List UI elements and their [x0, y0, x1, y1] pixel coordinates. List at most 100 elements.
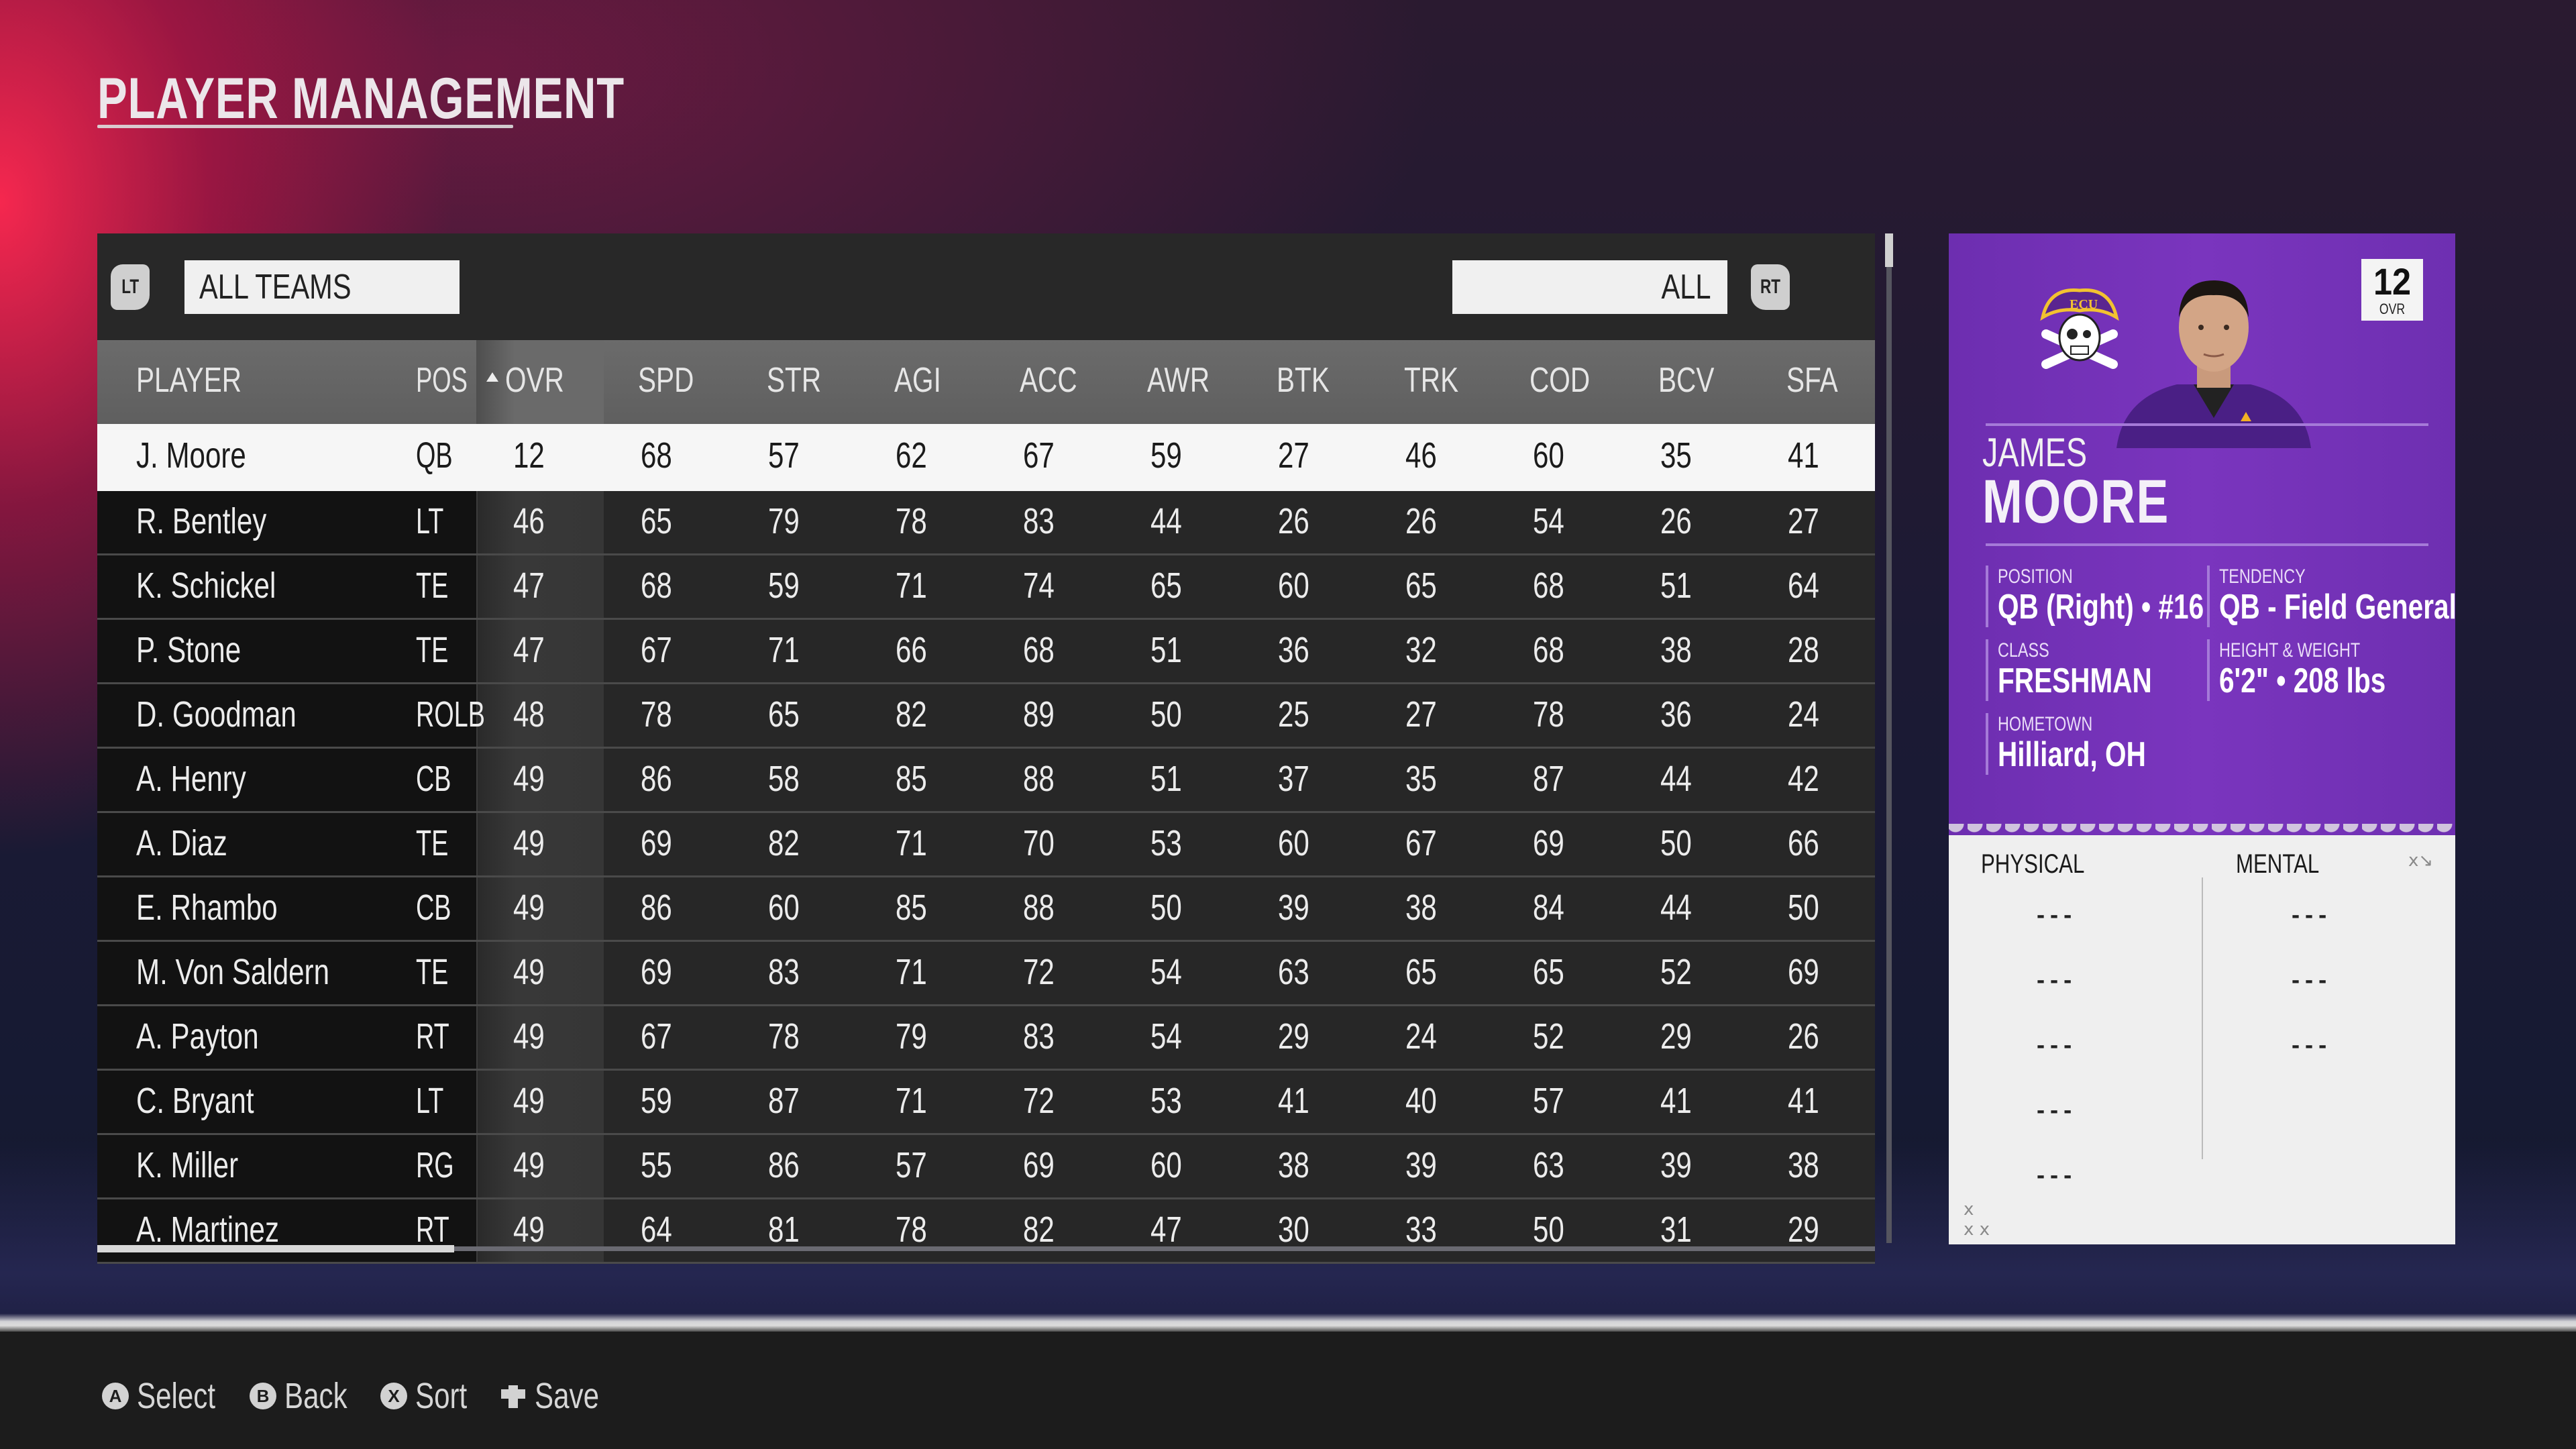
cell-spd: 59 [641, 1081, 672, 1121]
info-value: QB (Right) • #16 [1998, 588, 2204, 627]
table-row-selected[interactable]: J. Moore QB 12 68 57 62 67 59 27 46 60 35 41 [97, 424, 1875, 491]
filter-bar: LT ALL TEAMS ALL RT [97, 233, 1875, 340]
rt-trigger-icon[interactable]: RT [1751, 264, 1790, 310]
cell-agi: 57 [896, 1145, 927, 1185]
cell-str: 83 [768, 952, 800, 992]
table-row[interactable]: R. Bentley LT 46 65 79 78 83 44 26 26 54 26 27 [97, 491, 1875, 555]
cell-agi: 85 [896, 888, 927, 928]
play-diagram-scribble: x↘ [2408, 851, 2434, 871]
x-button-icon: X [380, 1383, 407, 1409]
table-row[interactable]: E. Rhambo CB 49 86 60 85 88 50 39 38 84 44 50 [97, 877, 1875, 942]
cell-sfa: 27 [1788, 501, 1819, 541]
attributes-divider [2202, 877, 2203, 1159]
cell-btk: 37 [1278, 759, 1309, 799]
position-filter-value: ALL [1661, 268, 1711, 307]
player-portrait [2116, 280, 2311, 448]
lt-trigger-icon[interactable]: LT [111, 264, 150, 310]
cell-cod: 68 [1533, 630, 1564, 670]
table-row[interactable]: A. Martinez RT 49 64 81 78 82 47 30 33 50 31 29 [97, 1199, 1875, 1264]
cell-sfa: 41 [1788, 1081, 1819, 1121]
physical-attribute-value: --- [2035, 1165, 2076, 1188]
cell-trk: 65 [1405, 566, 1437, 606]
column-header-awr[interactable]: AWR [1147, 360, 1210, 400]
cell-cod: 50 [1533, 1210, 1564, 1250]
cell-player: A. Henry [136, 759, 246, 799]
team-filter-dropdown[interactable]: ALL TEAMS [184, 260, 460, 314]
cell-sfa: 42 [1788, 759, 1819, 799]
column-header-pos[interactable]: POS [416, 360, 468, 400]
cell-sfa: 64 [1788, 566, 1819, 606]
column-header-sfa[interactable]: SFA [1786, 360, 1838, 400]
hint-label: Back [284, 1376, 347, 1416]
cell-str: 58 [768, 759, 800, 799]
cell-sfa: 29 [1788, 1210, 1819, 1250]
table-row[interactable]: A. Diaz TE 49 69 82 71 70 53 60 67 69 50 66 [97, 813, 1875, 877]
cell-bcv: 50 [1660, 823, 1692, 863]
cell-awr: 51 [1150, 630, 1182, 670]
column-header-spd[interactable]: SPD [638, 360, 694, 400]
column-header-str[interactable]: STR [767, 360, 821, 400]
cell-pos: ROLB [416, 694, 485, 735]
column-header-acc[interactable]: ACC [1020, 360, 1077, 400]
column-header-bcv[interactable]: BCV [1658, 360, 1714, 400]
column-header-agi[interactable]: AGI [894, 360, 941, 400]
column-header-trk[interactable]: TRK [1404, 360, 1458, 400]
table-row[interactable]: D. Goodman ROLB 48 78 65 82 89 50 25 27 78 36 24 [97, 684, 1875, 749]
table-row[interactable]: K. Schickel TE 47 68 59 71 74 65 60 65 68 51 64 [97, 555, 1875, 620]
table-row[interactable]: P. Stone TE 47 67 71 66 68 51 36 32 68 38 28 [97, 620, 1875, 684]
table-row[interactable]: M. Von Saldern TE 49 69 83 71 72 54 63 65 65 52 69 [97, 942, 1875, 1006]
column-header-player[interactable]: PLAYER [136, 360, 241, 400]
cell-pos: TE [416, 630, 449, 670]
cell-awr: 47 [1150, 1210, 1182, 1250]
table-header: PLAYER POS OVR SPD STR AGI ACC AWR BTK T… [97, 340, 1875, 424]
cell-awr: 44 [1150, 501, 1182, 541]
cell-awr: 59 [1150, 435, 1182, 476]
vertical-scrollbar[interactable] [1885, 233, 1893, 1243]
cell-ovr: 47 [513, 566, 545, 606]
info-tendency: TENDENCY QB - Field General [2207, 566, 2455, 627]
cell-awr: 60 [1150, 1145, 1182, 1185]
cell-cod: 84 [1533, 888, 1564, 928]
cell-str: 71 [768, 630, 800, 670]
table-row[interactable]: A. Payton RT 49 67 78 79 83 54 29 24 52 29 26 [97, 1006, 1875, 1071]
position-filter-dropdown[interactable]: ALL [1452, 260, 1727, 314]
cell-str: 81 [768, 1210, 800, 1250]
cell-btk: 38 [1278, 1145, 1309, 1185]
cell-player: A. Martinez [136, 1210, 280, 1250]
cell-ovr: 49 [513, 888, 545, 928]
column-header-cod[interactable]: COD [1529, 360, 1590, 400]
ovr-badge-value: 12 [2373, 260, 2412, 303]
info-value: Hilliard, OH [1998, 735, 2146, 774]
cell-cod: 87 [1533, 759, 1564, 799]
column-header-btk[interactable]: BTK [1277, 360, 1330, 400]
cell-agi: 78 [896, 1210, 927, 1250]
card-divider [1986, 423, 2428, 426]
torn-footer-edge [0, 1313, 2576, 1334]
info-label: CLASS [1998, 639, 2049, 661]
cell-trk: 24 [1405, 1016, 1437, 1057]
hint-back[interactable]: B Back [250, 1375, 365, 1417]
hint-sort[interactable]: X Sort [380, 1375, 482, 1417]
cell-acc: 89 [1023, 694, 1055, 735]
vertical-scrollbar-thumb[interactable] [1885, 233, 1893, 267]
table-row[interactable]: K. Miller RG 49 55 86 57 69 60 38 39 63 39 38 [97, 1135, 1875, 1199]
info-height-weight: HEIGHT & WEIGHT 6'2" • 208 lbs [2207, 639, 2432, 701]
horizontal-scrollbar-thumb[interactable] [97, 1245, 454, 1252]
column-header-ovr[interactable]: OVR [505, 360, 564, 400]
cell-spd: 86 [641, 759, 672, 799]
hint-label: Save [535, 1376, 600, 1416]
player-table-body: J. Moore QB 12 68 57 62 67 59 27 46 60 35 41 R. Bentl… [97, 424, 1875, 1264]
cell-spd: 64 [641, 1210, 672, 1250]
hint-select[interactable]: A Select [102, 1375, 237, 1417]
info-label: HOMETOWN [1998, 713, 2093, 735]
table-row[interactable]: C. Bryant LT 49 59 87 71 72 53 41 40 57 41 41 [97, 1071, 1875, 1135]
info-value: 6'2" • 208 lbs [2219, 661, 2386, 700]
table-row[interactable]: A. Henry CB 49 86 58 85 88 51 37 35 87 44 42 [97, 749, 1875, 813]
hint-save[interactable]: Save [500, 1375, 617, 1417]
cell-bcv: 44 [1660, 888, 1692, 928]
cell-cod: 54 [1533, 501, 1564, 541]
cell-str: 78 [768, 1016, 800, 1057]
cell-ovr: 49 [513, 1081, 545, 1121]
cell-spd: 78 [641, 694, 672, 735]
horizontal-scrollbar[interactable] [97, 1245, 1875, 1252]
